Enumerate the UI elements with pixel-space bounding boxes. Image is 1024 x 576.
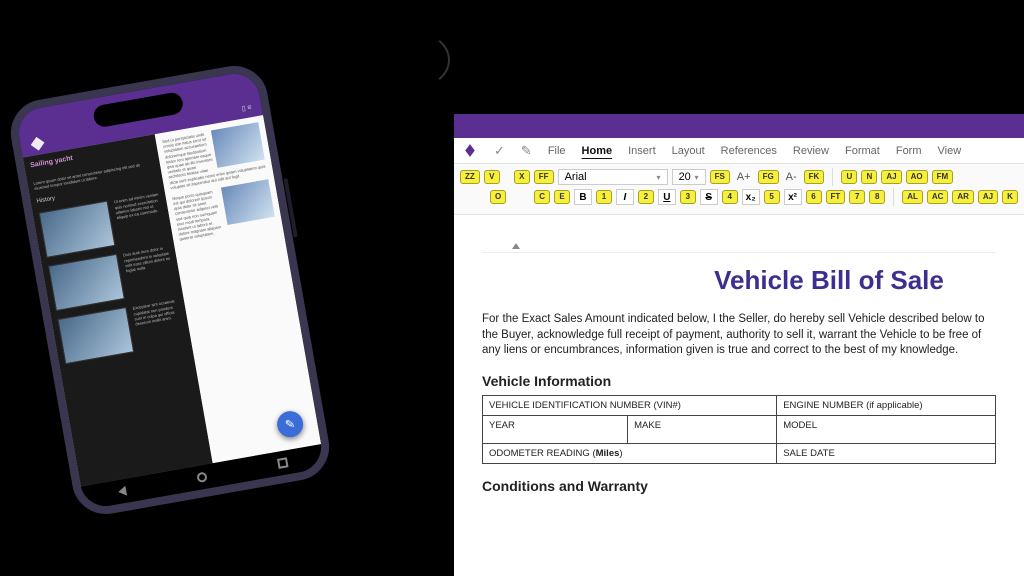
phone-mockup: ▯ ≡ Sailing yacht Lorem ipsum dolor sit … [6, 61, 335, 520]
key-u[interactable]: U [841, 170, 857, 184]
desktop-app-window: ✓ ✎ File Home Insert Layout References R… [454, 114, 1024, 576]
font-size-value: 20 [679, 171, 691, 183]
vehicle-info-table: VEHICLE IDENTIFICATION NUMBER (VIN#) ENG… [482, 395, 996, 464]
key-c[interactable]: C [534, 190, 550, 204]
ribbon-toolbar: ZZ V X FF Arial▾ 20▾ FS A+ FG A- FK U N … [454, 164, 1024, 215]
key-fs[interactable]: FS [710, 170, 730, 184]
phone-status-icons: ▯ ≡ [241, 103, 252, 113]
key-o[interactable]: O [490, 190, 506, 204]
sailboat-image-3 [57, 307, 134, 364]
recents-icon[interactable] [277, 457, 289, 469]
toolbar-row-2: O C E B 1 I 2 U 3 S 4 x₂ 5 x² 6 FT 7 8 A… [490, 188, 1018, 206]
menu-references[interactable]: References [721, 145, 777, 157]
chevron-down-icon: ▾ [695, 173, 699, 182]
key-v[interactable]: V [484, 170, 500, 184]
phone-frame: ▯ ≡ Sailing yacht Lorem ipsum dolor sit … [6, 61, 335, 520]
article-text: Excepteur sint occaecat cupidatat non pr… [132, 298, 185, 351]
menu-insert[interactable]: Insert [628, 145, 656, 157]
back-icon[interactable] [117, 486, 127, 497]
cell-vin: VEHICLE IDENTIFICATION NUMBER (VIN#) [483, 395, 777, 415]
key-3[interactable]: 3 [680, 190, 696, 204]
key-5[interactable]: 5 [764, 190, 780, 204]
key-ft[interactable]: FT [826, 190, 846, 204]
cell-make: MAKE [628, 415, 777, 443]
phone-split-view: Sailing yacht Lorem ipsum dolor sit amet… [23, 115, 321, 486]
key-7[interactable]: 7 [849, 190, 865, 204]
toolbar-row-1: ZZ V X FF Arial▾ 20▾ FS A+ FG A- FK U N … [460, 168, 1018, 186]
document-canvas[interactable]: Vehicle Bill of Sale For the Exact Sales… [454, 215, 1024, 524]
key-fk[interactable]: FK [804, 170, 825, 184]
menu-file[interactable]: File [548, 145, 566, 157]
separator [832, 168, 833, 186]
doc-title: Vehicle Bill of Sale [662, 265, 996, 296]
key-ff[interactable]: FF [534, 170, 554, 184]
cell-odometer: ODOMETER READING (Miles) [483, 443, 777, 463]
key-n[interactable]: N [861, 170, 877, 184]
article-text: Ut enim ad minim veniam quis nostrud exe… [113, 192, 166, 245]
ruler[interactable] [482, 239, 996, 253]
separator [893, 188, 894, 206]
app-logo-icon[interactable] [462, 143, 478, 159]
key-6[interactable]: 6 [806, 190, 822, 204]
key-aj2[interactable]: AJ [978, 190, 998, 204]
sailboat-image-2 [48, 254, 125, 311]
window-titlebar[interactable] [454, 114, 1024, 138]
menu-format[interactable]: Format [845, 145, 880, 157]
key-x[interactable]: X [514, 170, 530, 184]
key-al[interactable]: AL [902, 190, 923, 204]
key-fm[interactable]: FM [932, 170, 954, 184]
check-icon[interactable]: ✓ [494, 143, 505, 159]
edit-icon[interactable]: ✎ [521, 143, 532, 159]
key-fg[interactable]: FG [758, 170, 779, 184]
key-8[interactable]: 8 [869, 190, 885, 204]
underline-button[interactable]: U [658, 189, 676, 205]
italic-button[interactable]: I [616, 189, 634, 205]
menu-bar: ✓ ✎ File Home Insert Layout References R… [454, 138, 1024, 164]
key-2[interactable]: 2 [638, 190, 654, 204]
menu-home[interactable]: Home [582, 145, 613, 157]
article-text: Duis aute irure dolor in reprehenderit i… [123, 245, 176, 298]
sailboat-image-1 [39, 201, 116, 258]
font-name-select[interactable]: Arial ▾ [558, 169, 668, 185]
cell-engine: ENGINE NUMBER (if applicable) [777, 395, 996, 415]
app-logo-icon [29, 136, 45, 152]
doc-intro: For the Exact Sales Amount indicated bel… [482, 312, 996, 359]
key-ac[interactable]: AC [927, 190, 949, 204]
chevron-down-icon: ▾ [657, 173, 661, 182]
key-e[interactable]: E [554, 190, 570, 204]
menu-layout[interactable]: Layout [672, 145, 705, 157]
grow-font-button[interactable]: A+ [734, 171, 754, 183]
section-vehicle-info: Vehicle Information [482, 373, 996, 389]
superscript-button[interactable]: x² [784, 189, 802, 205]
menu-review[interactable]: Review [793, 145, 829, 157]
subscript-button[interactable]: x₂ [742, 189, 760, 205]
font-name-value: Arial [565, 171, 587, 183]
key-k[interactable]: K [1002, 190, 1018, 204]
key-ar[interactable]: AR [952, 190, 974, 204]
home-icon[interactable] [196, 471, 208, 483]
shrink-font-button[interactable]: A- [783, 171, 800, 183]
key-4[interactable]: 4 [722, 190, 738, 204]
bold-button[interactable]: B [574, 189, 592, 205]
pencil-icon: ✎ [284, 416, 296, 432]
key-zz[interactable]: ZZ [460, 170, 480, 184]
decorative-arc [370, 30, 450, 90]
font-size-select[interactable]: 20 ▾ [672, 169, 706, 185]
strike-button[interactable]: S [700, 189, 718, 205]
key-1[interactable]: 1 [596, 190, 612, 204]
key-ao[interactable]: AO [906, 170, 928, 184]
key-aj[interactable]: AJ [881, 170, 901, 184]
section-conditions: Conditions and Warranty [482, 478, 996, 494]
menu-view[interactable]: View [938, 145, 962, 157]
cell-sale-date: SALE DATE [777, 443, 996, 463]
menu-form[interactable]: Form [896, 145, 922, 157]
cell-year: YEAR [483, 415, 628, 443]
cell-model: MODEL [777, 415, 996, 443]
